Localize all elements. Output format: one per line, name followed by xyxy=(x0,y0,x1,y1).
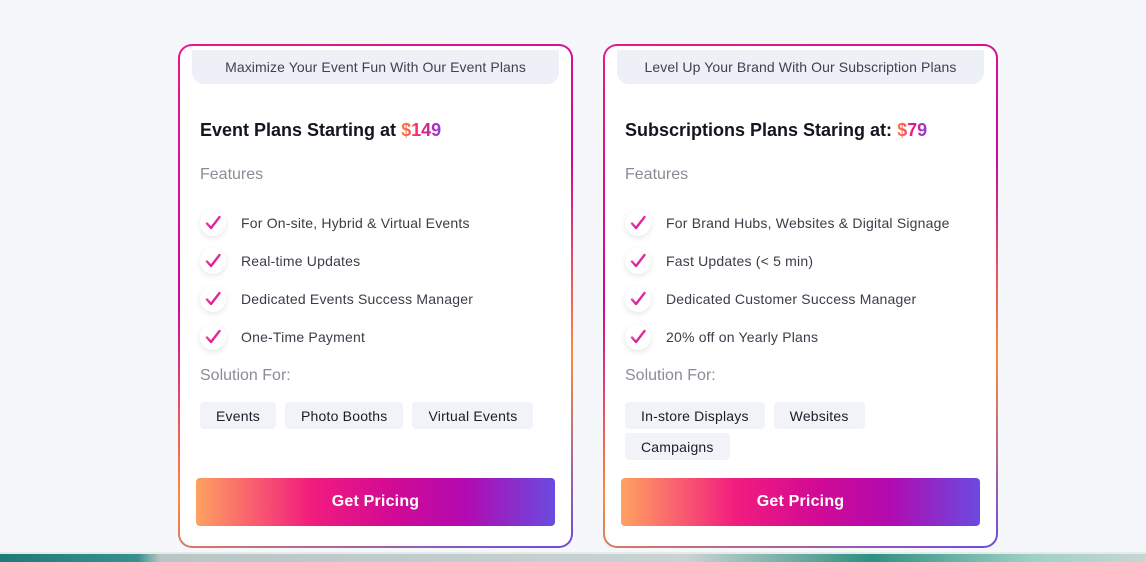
feature-item: Real-time Updates xyxy=(200,242,561,280)
feature-text: For Brand Hubs, Websites & Digital Signa… xyxy=(666,215,950,231)
subscription-plan-title: Subscriptions Plans Staring at: $79 xyxy=(625,120,927,141)
event-features-list: For On-site, Hybrid & Virtual Events Rea… xyxy=(200,204,561,356)
solution-chip: Campaigns xyxy=(625,433,730,460)
checkmark-icon xyxy=(625,324,651,350)
subscription-plan-price: $79 xyxy=(897,120,928,140)
feature-text: Real-time Updates xyxy=(241,253,361,269)
feature-item: Dedicated Events Success Manager xyxy=(200,280,561,318)
event-plan-tagline: Maximize Your Event Fun With Our Event P… xyxy=(192,50,559,84)
solution-chip: Events xyxy=(200,402,276,429)
subscription-plan-title-text: Subscriptions Plans Staring at: xyxy=(625,120,898,140)
checkmark-icon xyxy=(625,248,651,274)
subscription-get-pricing-button[interactable]: Get Pricing xyxy=(621,478,980,526)
feature-item: Dedicated Customer Success Manager xyxy=(625,280,986,318)
solution-chip: In-store Displays xyxy=(625,402,765,429)
feature-item: For On-site, Hybrid & Virtual Events xyxy=(200,204,561,242)
feature-text: Dedicated Customer Success Manager xyxy=(666,291,917,307)
solution-chip: Virtual Events xyxy=(412,402,534,429)
event-plan-price: $149 xyxy=(401,120,442,140)
checkmark-icon xyxy=(200,248,226,274)
event-features-label: Features xyxy=(200,166,264,183)
feature-item: For Brand Hubs, Websites & Digital Signa… xyxy=(625,204,986,242)
event-plan-title-text: Event Plans Starting at xyxy=(200,120,402,140)
event-plan-card: Maximize Your Event Fun With Our Event P… xyxy=(178,44,573,548)
solution-chip: Photo Booths xyxy=(285,402,404,429)
subscription-plan-card: Level Up Your Brand With Our Subscriptio… xyxy=(603,44,998,548)
feature-text: For On-site, Hybrid & Virtual Events xyxy=(241,215,470,231)
checkmark-icon xyxy=(625,210,651,236)
feature-text: Fast Updates (< 5 min) xyxy=(666,253,814,269)
checkmark-icon xyxy=(625,286,651,312)
subscription-features-list: For Brand Hubs, Websites & Digital Signa… xyxy=(625,204,986,356)
event-solution-chips: Events Photo Booths Virtual Events xyxy=(200,402,551,429)
solution-chip: Websites xyxy=(773,402,865,429)
checkmark-icon xyxy=(200,324,226,350)
event-solution-label: Solution For: xyxy=(200,367,291,384)
event-plan-card-body: Maximize Your Event Fun With Our Event P… xyxy=(180,46,571,546)
feature-text: Dedicated Events Success Manager xyxy=(241,291,474,307)
subscription-plan-card-body: Level Up Your Brand With Our Subscriptio… xyxy=(605,46,996,546)
feature-text: One-Time Payment xyxy=(241,329,366,345)
event-get-pricing-button[interactable]: Get Pricing xyxy=(196,478,555,526)
subscription-solution-label: Solution For: xyxy=(625,367,716,384)
subscription-plan-tagline: Level Up Your Brand With Our Subscriptio… xyxy=(617,50,984,84)
checkmark-icon xyxy=(200,286,226,312)
feature-text: 20% off on Yearly Plans xyxy=(666,329,819,345)
bottom-decorative-strip xyxy=(0,552,1146,562)
subscription-features-label: Features xyxy=(625,166,689,183)
subscription-solution-chips: In-store Displays Websites Campaigns xyxy=(625,402,976,460)
checkmark-icon xyxy=(200,210,226,236)
feature-item: 20% off on Yearly Plans xyxy=(625,318,986,356)
event-plan-title: Event Plans Starting at $149 xyxy=(200,120,441,141)
pricing-section: Maximize Your Event Fun With Our Event P… xyxy=(0,0,1146,562)
feature-item: One-Time Payment xyxy=(200,318,561,356)
feature-item: Fast Updates (< 5 min) xyxy=(625,242,986,280)
